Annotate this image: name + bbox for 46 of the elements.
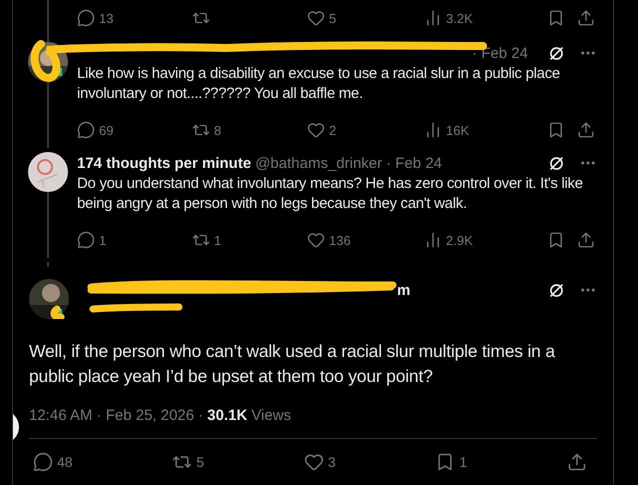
action-count: 1 xyxy=(214,232,222,248)
share-icon[interactable] xyxy=(577,121,595,140)
bar-chart-icon[interactable] xyxy=(424,231,442,250)
action-count: 13 xyxy=(99,10,114,26)
bar-chart-icon[interactable] xyxy=(424,121,442,140)
post-timestamp[interactable]: 12:46 AM · Feb 25, 2026 · xyxy=(29,407,204,424)
action-count: 48 xyxy=(57,454,73,470)
action-count: 2.9K xyxy=(446,232,473,248)
author-name[interactable]: m xyxy=(397,282,410,298)
bookmark-icon[interactable] xyxy=(547,121,565,140)
heart-icon[interactable] xyxy=(307,231,325,250)
reply-icon[interactable] xyxy=(77,9,95,27)
bar-chart-icon[interactable] xyxy=(424,9,442,27)
post-date[interactable]: · Feb 24 xyxy=(386,154,442,172)
action-count: 3 xyxy=(328,454,336,470)
share-icon[interactable] xyxy=(577,231,595,250)
action-count: 1 xyxy=(99,232,106,248)
heart-icon[interactable] xyxy=(307,9,325,27)
bookmark-icon[interactable] xyxy=(547,231,565,250)
slashed-circle-icon[interactable] xyxy=(548,154,565,172)
reply-icon[interactable] xyxy=(33,452,53,472)
tweet-text: Well, if the person who can’t walk used a racial slur multiple times in a public place yeah I’d be upset at them too your point? xyxy=(29,340,556,388)
reply-icon[interactable] xyxy=(77,231,95,250)
action-count: 5 xyxy=(196,454,204,470)
heart-icon[interactable] xyxy=(304,452,324,472)
share-icon[interactable] xyxy=(577,9,595,27)
action-count: 16K xyxy=(446,122,470,138)
slashed-circle-icon[interactable] xyxy=(548,282,565,298)
views-label: Views xyxy=(251,407,292,424)
action-count: 5 xyxy=(329,10,336,26)
reply-text: Do you understand what involuntary means? He has zero control over it. It's like being angry at a person with no legs because they can't walk. xyxy=(77,174,584,214)
action-count: 136 xyxy=(329,232,351,248)
reply-icon[interactable] xyxy=(77,121,95,140)
bookmark-icon[interactable] xyxy=(547,9,565,27)
action-count: 1 xyxy=(459,454,468,470)
action-count: 2 xyxy=(329,122,336,138)
action-count: 8 xyxy=(214,122,222,138)
action-count: 3.2K xyxy=(446,10,473,26)
author-handle[interactable]: @bathams_drinker xyxy=(255,154,382,172)
action-count: 69 xyxy=(99,122,114,138)
author-name[interactable]: 174 thoughts per minute xyxy=(77,154,252,172)
reply-text: Like how is having a disability an excuse to use a racial slur in a public place involuntary or not....?????? You all baffle me. xyxy=(77,64,561,104)
share-icon[interactable] xyxy=(566,452,587,472)
slashed-circle-icon[interactable] xyxy=(548,44,565,62)
view-count: 30.1K xyxy=(207,407,248,424)
heart-icon[interactable] xyxy=(307,121,325,140)
